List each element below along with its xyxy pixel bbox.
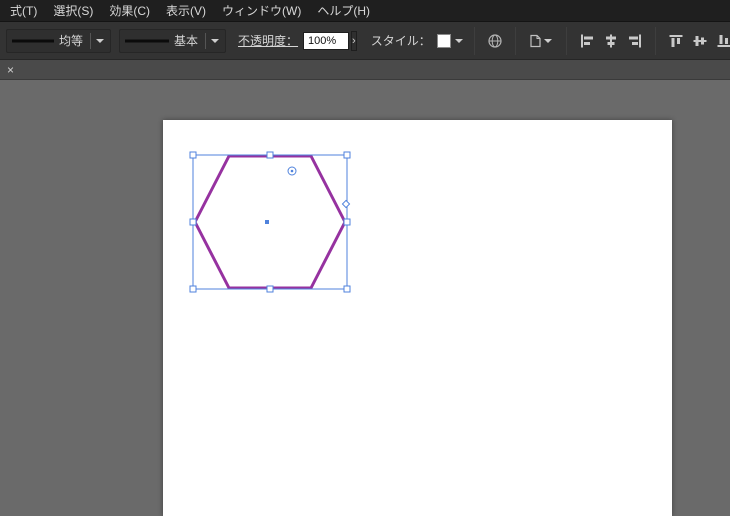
shape-center-point[interactable]: [265, 220, 269, 224]
globe-icon: [488, 33, 502, 48]
stroke-profile-preview-icon: [12, 39, 54, 42]
selection-handle[interactable]: [189, 218, 197, 226]
selection-bounding-box: [192, 154, 348, 290]
style-label: スタイル：: [370, 34, 431, 48]
canvas-area: [0, 80, 730, 516]
chevron-down-icon: [96, 38, 105, 43]
control-bar: 均等 基本 不透明度： › スタイル：: [0, 22, 730, 60]
brush-label: 基本: [174, 34, 199, 48]
menu-effect[interactable]: 効果(C): [101, 0, 158, 22]
menu-help[interactable]: ヘルプ(H): [309, 0, 378, 22]
hexagon-shape[interactable]: [193, 154, 347, 290]
document-tab-strip: ×: [0, 60, 730, 80]
align-right-button[interactable]: [624, 29, 646, 53]
selection-handle[interactable]: [266, 285, 274, 293]
opacity-link[interactable]: 不透明度：: [238, 32, 298, 49]
stroke-profile-select[interactable]: 均等: [6, 28, 112, 53]
chevron-down-icon: [211, 38, 220, 43]
stroke-profile-label: 均等: [59, 34, 84, 48]
menu-type[interactable]: 式(T): [2, 0, 45, 22]
align-left-icon: [580, 34, 593, 47]
align-center-vertical-icon: [693, 35, 707, 46]
chevron-down-icon: [454, 38, 463, 43]
menu-window[interactable]: ウィンドウ(W): [214, 0, 309, 22]
corner-radius-widget[interactable]: [287, 166, 297, 176]
horizontal-align-group: [576, 29, 646, 53]
align-bottom-button[interactable]: [713, 29, 730, 53]
selection-handle[interactable]: [189, 151, 197, 159]
align-top-icon: [669, 34, 683, 47]
menu-select[interactable]: 選択(S): [45, 0, 101, 22]
align-center-vertical-button[interactable]: [689, 29, 711, 53]
align-center-horizontal-icon: [605, 34, 616, 47]
align-left-button[interactable]: [576, 29, 598, 53]
selection-handle[interactable]: [189, 285, 197, 293]
opacity-input[interactable]: [303, 31, 350, 50]
divider: [90, 32, 92, 49]
style-swatch-button[interactable]: [436, 33, 465, 48]
chevron-down-icon: [543, 38, 552, 43]
menu-bar: 式(T) 選択(S) 効果(C) 表示(V) ウィンドウ(W) ヘルプ(H): [0, 0, 730, 22]
selection-handle[interactable]: [343, 285, 351, 293]
align-bottom-icon: [717, 34, 730, 47]
brush-preview-icon: [125, 39, 170, 42]
selection-handle[interactable]: [343, 218, 351, 226]
selection-handle[interactable]: [343, 151, 351, 159]
vertical-align-group: [665, 29, 730, 53]
document-options-button[interactable]: [525, 29, 557, 53]
align-center-horizontal-button[interactable]: [600, 29, 622, 53]
selection-handle[interactable]: [266, 151, 274, 159]
shape-side-widget[interactable]: [341, 199, 351, 209]
style-swatch: [436, 33, 451, 48]
divider: [565, 26, 567, 55]
document-tab-close-button[interactable]: ×: [0, 60, 21, 80]
divider: [473, 26, 475, 55]
globe-button[interactable]: [484, 29, 506, 53]
divider: [205, 32, 207, 49]
selection-overlay: [189, 151, 351, 293]
align-right-icon: [628, 34, 641, 47]
document-icon: [530, 34, 541, 47]
divider: [654, 26, 656, 55]
menu-view[interactable]: 表示(V): [158, 0, 214, 22]
brush-definition-select[interactable]: 基本: [119, 28, 227, 53]
opacity-dropdown-button[interactable]: ›: [351, 30, 357, 51]
align-top-button[interactable]: [665, 29, 687, 53]
divider: [514, 26, 516, 55]
